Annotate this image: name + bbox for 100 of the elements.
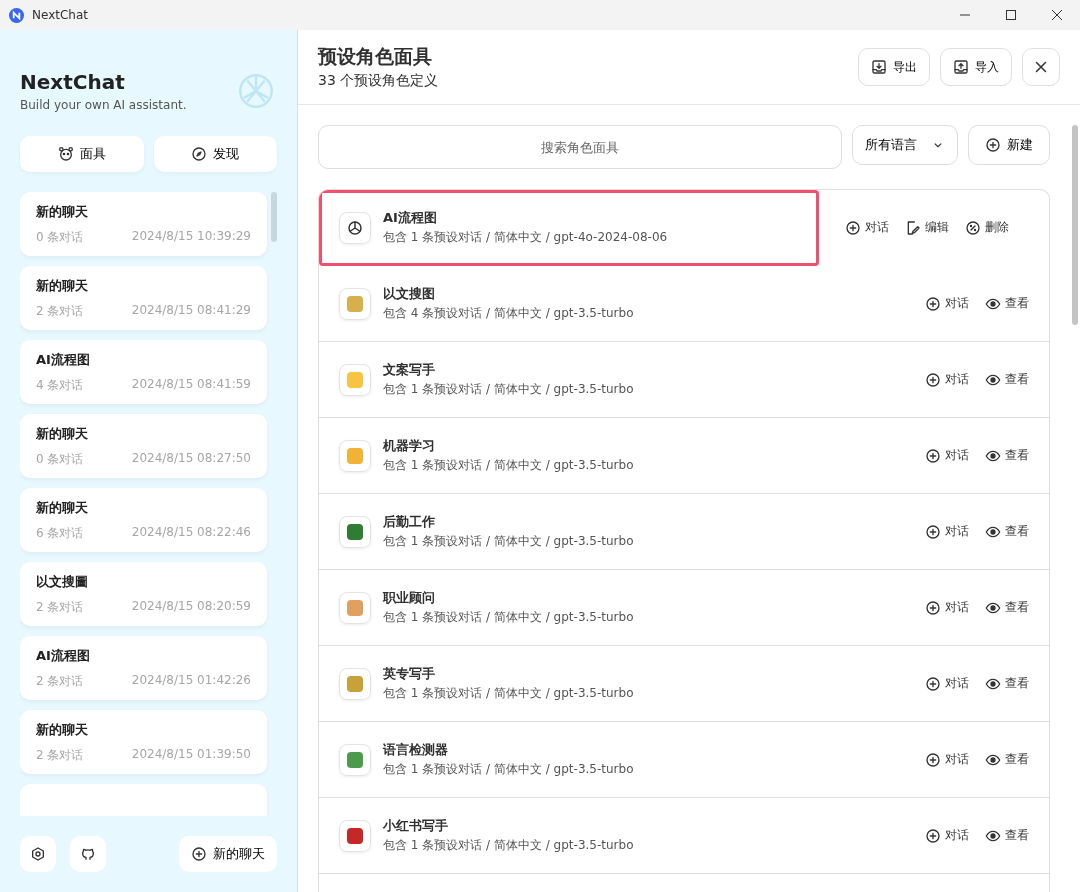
settings-icon: [30, 846, 46, 862]
mask-name: 机器学习: [383, 437, 436, 455]
mask-info: 包含 4 条预设对话 / 简体中文 / gpt-3.5-turbo: [383, 305, 635, 322]
app-subtitle: Build your own AI assistant.: [20, 98, 187, 112]
mask-info: 包含 1 条预设对话 / 简体中文 / gpt-3.5-turbo: [383, 457, 635, 474]
mask-name: 语言检测器: [383, 741, 449, 759]
add-circle-icon: [925, 751, 941, 768]
view-button[interactable]: 查看: [985, 523, 1029, 540]
chat-item[interactable]: AI流程图 2 条对话 2024/8/15 01:42:26: [20, 636, 267, 700]
view-button[interactable]: 查看: [985, 599, 1029, 616]
search-field[interactable]: 搜索角色面具: [318, 125, 842, 169]
close-button[interactable]: [1022, 48, 1060, 86]
app-title: NextChat: [20, 70, 126, 94]
view-button[interactable]: 查看: [985, 675, 1029, 692]
nav-button[interactable]: 面具: [20, 136, 144, 172]
mask-item[interactable]: 英专写手 包含 1 条预设对话 / 简体中文 / gpt-3.5-turbo 对话 查看: [319, 646, 1049, 722]
mask-name: 以文搜图: [383, 285, 436, 303]
mask-info: 包含 1 条预设对话 / 简体中文 / gpt-3.5-turbo: [383, 381, 635, 398]
chat-button[interactable]: 对话: [845, 219, 889, 236]
settings-button[interactable]: [20, 836, 56, 872]
add-circle-icon: [925, 523, 941, 540]
view-button[interactable]: 查看: [985, 447, 1029, 464]
add-circle-icon: [191, 846, 207, 862]
chat-item[interactable]: 新的聊天 6 条对话 2024/8/15 08:22:46: [20, 488, 267, 552]
edit-button[interactable]: 编辑: [905, 219, 949, 236]
nav-button[interactable]: 发现: [153, 136, 277, 172]
page-subtitle: 33 个预设角色定义: [318, 72, 439, 90]
message-count: 6 条对话: [36, 525, 84, 542]
view-button[interactable]: 查看: [985, 827, 1029, 844]
chat-button[interactable]: 对话: [925, 675, 969, 692]
chat-item[interactable]: 新的聊天 0 条对话 2024/8/15 08:27:50: [20, 414, 267, 478]
scrollbar-thumb[interactable]: [1072, 125, 1078, 325]
add-circle-icon: [925, 675, 941, 692]
mask-item[interactable]: 小红书写手 包含 1 条预设对话 / 简体中文 / gpt-3.5-turbo 对话 查看: [319, 798, 1049, 874]
new-chat-button[interactable]: 新的聊天: [179, 836, 277, 872]
chat-button[interactable]: 对话: [925, 371, 969, 388]
chat-button[interactable]: 对话: [925, 523, 969, 540]
mask-item[interactable]: 后勤工作 包含 1 条预设对话 / 简体中文 / gpt-3.5-turbo 对话 查看: [319, 494, 1049, 570]
message-count: 2 条对话: [36, 747, 84, 764]
chat-button[interactable]: 对话: [925, 599, 969, 616]
edit-icon: [905, 219, 921, 236]
message-count: 2 条对话: [36, 303, 84, 320]
view-button[interactable]: 查看: [985, 751, 1029, 768]
chat-title: 以文搜圖: [36, 573, 89, 591]
add-circle-icon: [925, 371, 941, 388]
app-logo-icon: [9, 7, 24, 23]
chat-item[interactable]: 新的聊天 2 条对话 2024/8/15 01:39:50: [20, 710, 267, 774]
add-circle-icon: [925, 295, 941, 312]
mask-item[interactable]: 以文搜图 包含 4 条预设对话 / 简体中文 / gpt-3.5-turbo 对话 查看: [319, 266, 1049, 342]
chat-item[interactable]: 新的聊天 0 条对话 2024/8/15 10:39:29: [20, 192, 267, 256]
add-circle-icon: [845, 219, 861, 236]
maximize-icon: [1006, 10, 1016, 20]
chat-button[interactable]: 对话: [925, 295, 969, 312]
chat-title: 新的聊天: [36, 425, 89, 443]
message-count: 2 条对话: [36, 599, 84, 616]
percent-circle-icon: [965, 219, 981, 236]
chat-button[interactable]: 对话: [925, 827, 969, 844]
page-title: 预设角色面具: [318, 44, 433, 69]
chat-title: 新的聊天: [36, 277, 89, 295]
view-button[interactable]: 查看: [985, 295, 1029, 312]
add-circle-icon: [925, 599, 941, 616]
cat-silhouette-icon: [80, 846, 96, 862]
chat-title: AI流程图: [36, 351, 91, 369]
chat-item[interactable]: 新的聊天 2 条对话 2024/8/15 08:41:29: [20, 266, 267, 330]
scrollbar-thumb[interactable]: [271, 192, 277, 242]
download-tray-icon: [871, 59, 887, 75]
chat-title: 新的聊天: [36, 203, 89, 221]
language-dropdown[interactable]: 所有语言: [852, 125, 958, 165]
chat-item[interactable]: AI流程图 4 条对话 2024/8/15 08:41:59: [20, 340, 267, 404]
mask-name: AI流程图: [383, 209, 438, 227]
mask-info: 包含 1 条预设对话 / 简体中文 / gpt-4o-2024-08-06: [383, 229, 669, 246]
chat-item[interactable]: 以文搜圖 2 条对话 2024/8/15 08:20:59: [20, 562, 267, 626]
window-title: NextChat: [32, 8, 89, 22]
mask-name: 小红书写手: [383, 817, 449, 835]
delete-button[interactable]: 删除: [965, 219, 1009, 236]
mask-item[interactable]: 机器学习 包含 1 条预设对话 / 简体中文 / gpt-3.5-turbo 对话 查看: [319, 418, 1049, 494]
new-button[interactable]: 新建: [968, 125, 1050, 165]
add-circle-icon: [985, 137, 1001, 153]
export-button[interactable]: 导出: [858, 48, 930, 86]
import-button[interactable]: 导入: [940, 48, 1012, 86]
message-count: 0 条对话: [36, 229, 84, 246]
chat-title: AI流程图: [36, 647, 91, 665]
mask-item[interactable]: 语言检测器 包含 1 条预设对话 / 简体中文 / gpt-3.5-turbo 对话 查看: [319, 722, 1049, 798]
mask-name: 职业顾问: [383, 589, 436, 607]
message-count: 4 条对话: [36, 377, 84, 394]
mask-item[interactable]: 职业顾问 包含 1 条预设对话 / 简体中文 / gpt-3.5-turbo 对话 查看: [319, 570, 1049, 646]
mask-info: 包含 1 条预设对话 / 简体中文 / gpt-3.5-turbo: [383, 609, 635, 626]
mask-info: 包含 1 条预设对话 / 简体中文 / gpt-3.5-turbo: [383, 685, 635, 702]
view-button[interactable]: 查看: [985, 371, 1029, 388]
chat-button[interactable]: 对话: [925, 751, 969, 768]
mask-name: 英专写手: [383, 665, 436, 683]
message-count: 0 条对话: [36, 451, 84, 468]
chat-time: 2024/8/15 10:39:29: [131, 229, 251, 245]
compass-icon: [191, 146, 208, 162]
chat-button[interactable]: 对话: [925, 447, 969, 464]
mask-info: 包含 1 条预设对话 / 简体中文 / gpt-3.5-turbo: [383, 837, 635, 854]
chat-time: 2024/8/15 08:41:29: [131, 303, 251, 319]
mask-item[interactable]: 文案写手 包含 1 条预设对话 / 简体中文 / gpt-3.5-turbo 对话 查看: [319, 342, 1049, 418]
bear-face-icon: [57, 146, 74, 162]
github-button[interactable]: [70, 836, 106, 872]
